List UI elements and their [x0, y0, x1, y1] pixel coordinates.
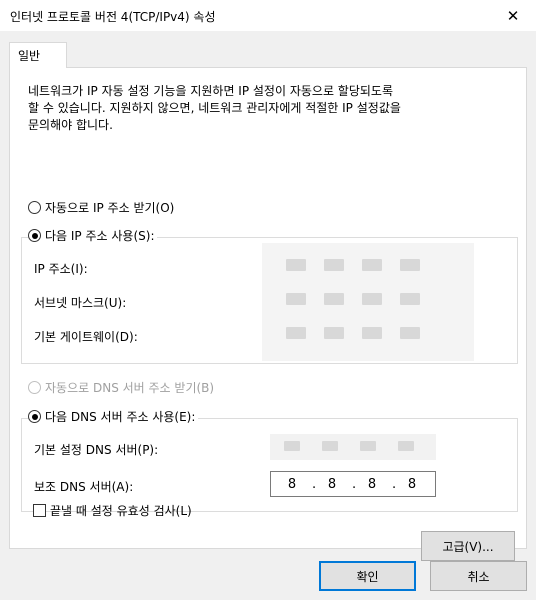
- close-icon: ✕: [506, 6, 520, 25]
- radio-manual-dns-label: 다음 DNS 서버 주소 사용(E):: [45, 410, 196, 424]
- octet-separator: .: [352, 477, 357, 492]
- radio-auto-ip[interactable]: 자동으로 IP 주소 받기(O): [28, 199, 178, 216]
- window-title: 인터넷 프로토콜 버전 4(TCP/IPv4) 속성: [10, 10, 216, 24]
- radio-manual-ip-label: 다음 IP 주소 사용(S):: [45, 229, 155, 243]
- advanced-button[interactable]: 고급(V)...: [421, 531, 515, 561]
- validate-on-exit-checkbox-row[interactable]: 끝낼 때 설정 유효성 검사(L): [33, 502, 192, 519]
- alternate-dns-input[interactable]: 8 . 8 . 8 . 8: [270, 471, 436, 497]
- ok-button[interactable]: 확인: [319, 561, 416, 591]
- default-gateway-label: 기본 게이트웨이(D):: [34, 330, 138, 344]
- alternate-dns-label: 보조 DNS 서버(A):: [34, 480, 134, 494]
- description-line-2: 할 수 있습니다. 지원하지 않으면, 네트워크 관리자에게 적절한 IP 설정…: [28, 101, 401, 115]
- radio-auto-dns: 자동으로 DNS 서버 주소 받기(B): [28, 379, 218, 396]
- description-line-1: 네트워크가 IP 자동 설정 기능을 지원하면 IP 설정이 자동으로 할당되도…: [28, 84, 394, 98]
- ip-fields-obscured[interactable]: [262, 243, 474, 361]
- cancel-button[interactable]: 취소: [430, 561, 527, 591]
- radio-auto-dns-label: 자동으로 DNS 서버 주소 받기(B): [45, 381, 215, 395]
- ip-address-label: IP 주소(I):: [34, 262, 88, 276]
- alternate-dns-octet-1: 8: [287, 477, 297, 492]
- title-bar: 인터넷 프로토콜 버전 4(TCP/IPv4) 속성 ✕: [0, 0, 536, 31]
- alternate-dns-octet-3: 8: [367, 477, 377, 492]
- radio-auto-ip-label: 자동으로 IP 주소 받기(O): [45, 201, 175, 215]
- general-panel: 네트워크가 IP 자동 설정 기능을 지원하면 IP 설정이 자동으로 할당되도…: [9, 67, 527, 561]
- description-text: 네트워크가 IP 자동 설정 기능을 지원하면 IP 설정이 자동으로 할당되도…: [28, 83, 508, 134]
- description-line-3: 문의해야 합니다.: [28, 118, 113, 132]
- tab-general[interactable]: 일반: [9, 42, 67, 68]
- octet-separator: .: [312, 477, 317, 492]
- alternate-dns-octet-2: 8: [327, 477, 337, 492]
- radio-auto-dns-indicator: [28, 381, 41, 394]
- subnet-mask-label: 서브넷 마스크(U):: [34, 296, 127, 310]
- alternate-dns-octet-4: 8: [407, 477, 417, 492]
- octet-separator: .: [392, 477, 397, 492]
- radio-manual-dns-indicator[interactable]: [28, 410, 41, 423]
- radio-manual-dns[interactable]: 다음 DNS 서버 주소 사용(E):: [28, 408, 199, 425]
- preferred-dns-input[interactable]: [270, 434, 436, 460]
- tab-general-label: 일반: [18, 49, 41, 63]
- radio-manual-ip[interactable]: 다음 IP 주소 사용(S):: [28, 227, 158, 244]
- validate-on-exit-checkbox[interactable]: [33, 504, 46, 517]
- preferred-dns-label: 기본 설정 DNS 서버(P):: [34, 443, 159, 457]
- radio-manual-ip-indicator[interactable]: [28, 229, 41, 242]
- close-button[interactable]: ✕: [490, 0, 536, 31]
- dialog-body: 일반 네트워크가 IP 자동 설정 기능을 지원하면 IP 설정이 자동으로 할…: [0, 31, 536, 600]
- dns-manual-group: [21, 418, 518, 512]
- radio-auto-ip-indicator[interactable]: [28, 201, 41, 214]
- validate-on-exit-label: 끝낼 때 설정 유효성 검사(L): [50, 504, 192, 518]
